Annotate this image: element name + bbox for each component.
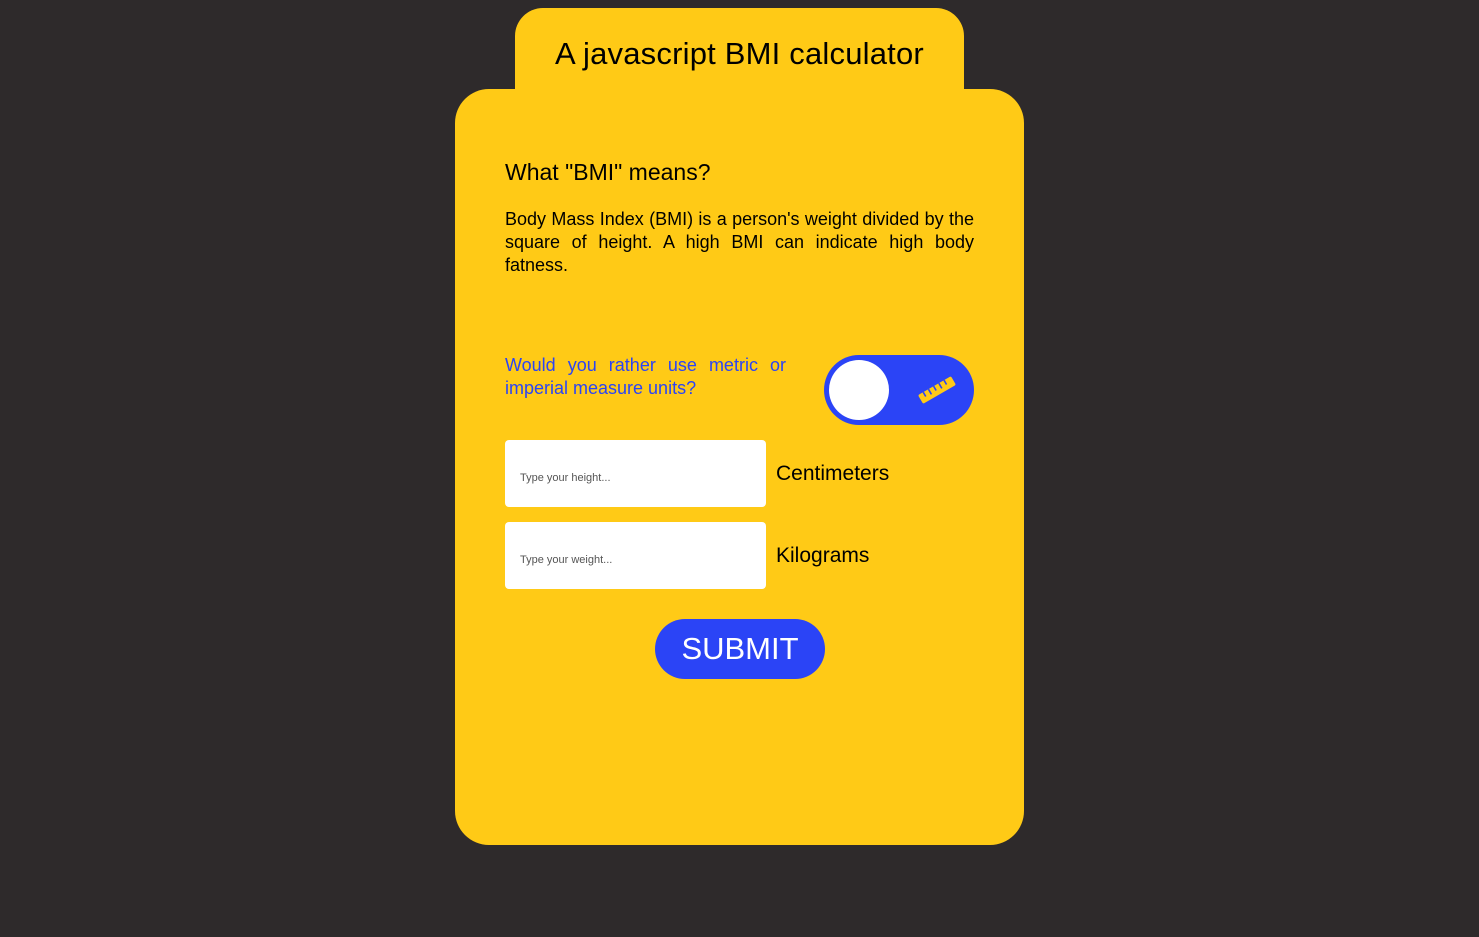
- units-toggle[interactable]: [824, 355, 974, 425]
- weight-row: Kilograms: [505, 522, 975, 589]
- page-title: A javascript BMI calculator: [555, 36, 924, 71]
- bmi-info-heading: What "BMI" means?: [505, 159, 711, 185]
- ruler-icon: [918, 376, 956, 404]
- toggle-knob: [829, 360, 889, 420]
- height-input[interactable]: [505, 440, 766, 507]
- bmi-description: Body Mass Index (BMI) is a person's weig…: [505, 209, 974, 275]
- height-unit-label: Centimeters: [776, 462, 890, 485]
- height-row: Centimeters: [505, 440, 975, 507]
- weight-unit-label: Kilograms: [776, 544, 870, 567]
- submit-button[interactable]: SUBMIT: [655, 619, 825, 679]
- units-question: Would you rather use metric or imperial …: [505, 355, 786, 398]
- calculator-card: What "BMI" means? Body Mass Index (BMI) …: [455, 89, 1024, 845]
- weight-input[interactable]: [505, 522, 766, 589]
